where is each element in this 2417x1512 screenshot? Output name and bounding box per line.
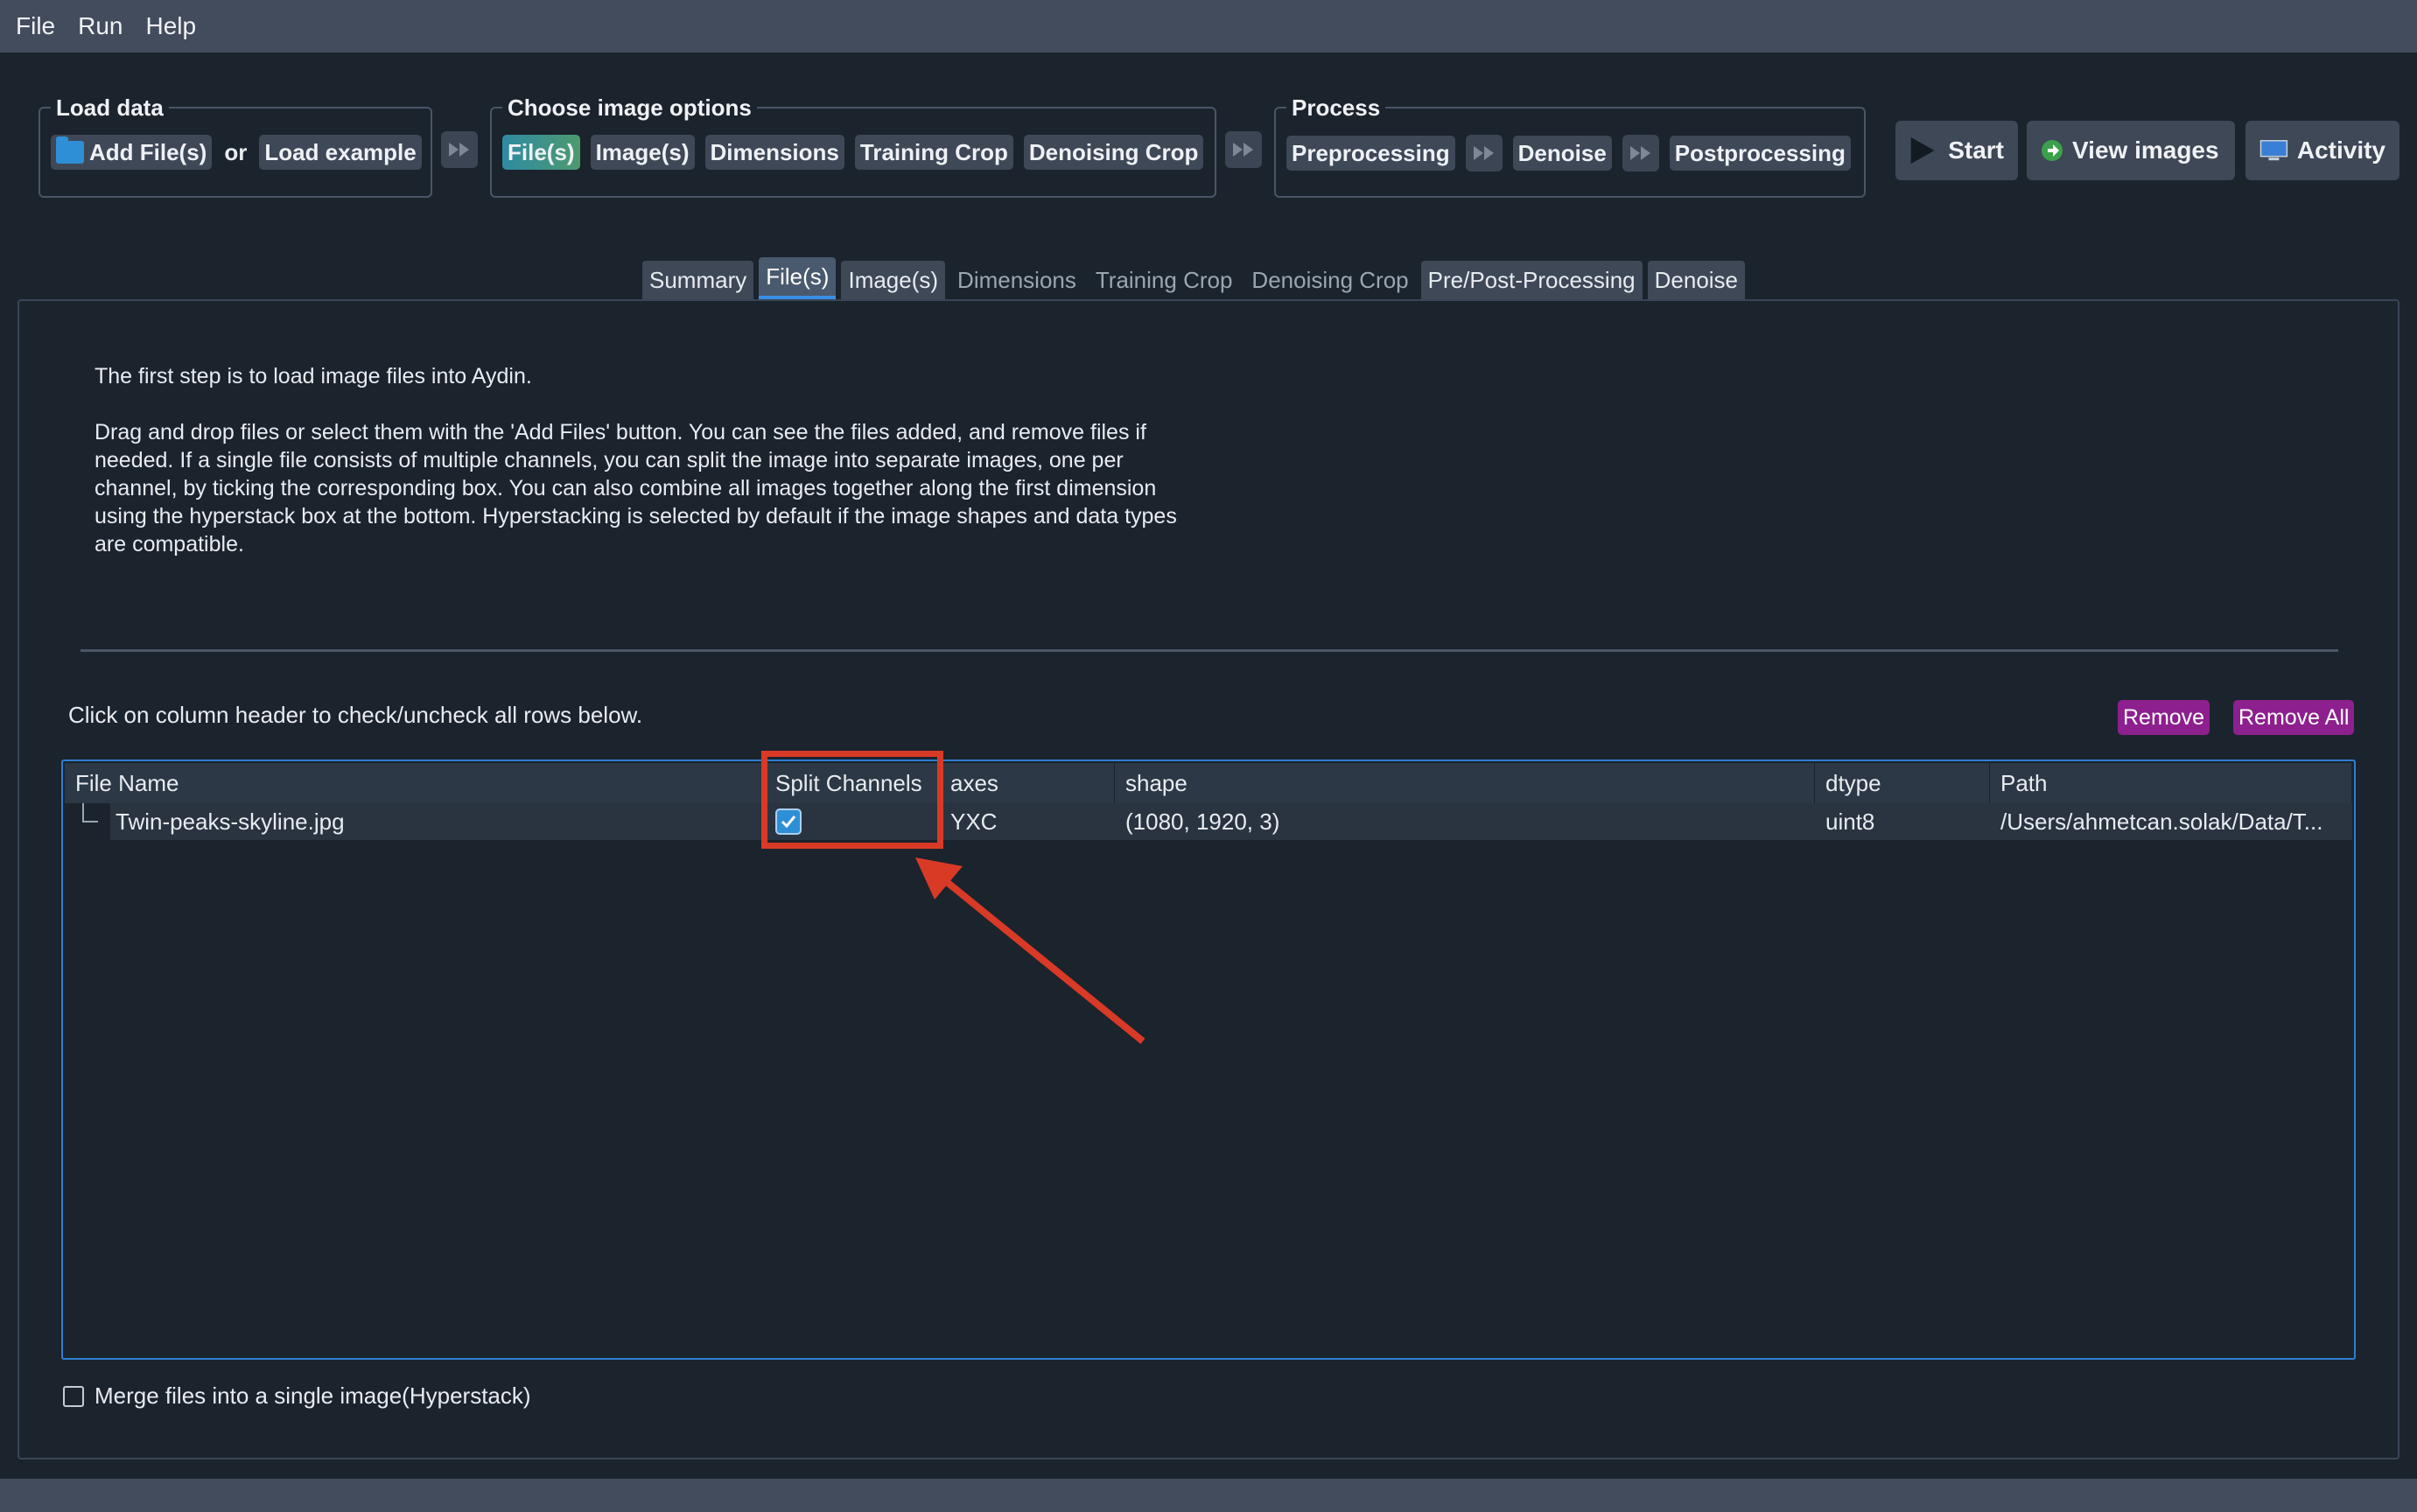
activity-button[interactable]: Activity — [2245, 121, 2399, 180]
fast-forward-icon — [1622, 135, 1659, 172]
process-group: Process Preprocessing Denoise Postproces… — [1274, 94, 1866, 198]
files-option-button[interactable]: File(s) — [502, 135, 580, 170]
menu-help[interactable]: Help — [146, 12, 197, 40]
description-body: Drag and drop files or select them with … — [95, 420, 1177, 556]
menu-file[interactable]: File — [16, 12, 55, 40]
images-option-button[interactable]: Image(s) — [590, 135, 695, 170]
start-button[interactable]: Start — [1895, 121, 2018, 180]
folder-icon — [56, 136, 84, 164]
annotation-arrow-icon — [915, 858, 1145, 1045]
add-files-button[interactable]: Add File(s) — [51, 135, 213, 170]
tab-bar: Summary File(s) Image(s) Dimensions Trai… — [642, 257, 1750, 299]
image-options-title: Choose image options — [502, 94, 757, 122]
tab-summary[interactable]: Summary — [642, 261, 754, 299]
load-data-title: Load data — [51, 94, 169, 122]
divider — [81, 649, 2338, 652]
table-row[interactable]: Twin-peaks-skyline.jpg YXC (1080, 1920, … — [65, 803, 2352, 840]
file-name-text: Twin-peaks-skyline.jpg — [110, 803, 765, 840]
files-table: File Name Split Channels axes shape dtyp… — [61, 760, 2356, 1360]
cell-dtype: uint8 — [1815, 803, 1990, 840]
column-header-hint: Click on column header to check/uncheck … — [68, 702, 643, 728]
files-panel: The first step is to load image files in… — [18, 299, 2399, 1460]
menu-run[interactable]: Run — [78, 12, 123, 40]
cell-path: /Users/ahmetcan.solak/Data/T... — [1990, 803, 2352, 840]
header-axes[interactable]: axes — [940, 763, 1115, 803]
header-dtype[interactable]: dtype — [1815, 763, 1990, 803]
tab-training-crop[interactable]: Training Crop — [1089, 261, 1240, 299]
image-options-group: Choose image options File(s) Image(s) Di… — [490, 94, 1216, 198]
table-header: File Name Split Channels axes shape dtyp… — [65, 763, 2352, 803]
fast-forward-icon — [441, 131, 478, 168]
merge-checkbox[interactable] — [63, 1385, 84, 1407]
view-images-button[interactable]: View images — [2027, 121, 2235, 180]
view-images-label: View images — [2072, 136, 2219, 164]
play-icon — [1910, 136, 1935, 164]
load-data-group: Load data Add File(s) or Load example — [39, 94, 432, 198]
fast-forward-icon — [1225, 131, 1262, 168]
description-intro: The first step is to load image files in… — [95, 364, 532, 388]
start-label: Start — [1948, 136, 2004, 164]
add-files-label: Add File(s) — [89, 138, 207, 165]
tab-denoise[interactable]: Denoise — [1647, 261, 1746, 299]
tab-files[interactable]: File(s) — [759, 257, 837, 299]
dimensions-option-button[interactable]: Dimensions — [704, 135, 844, 170]
tab-pre-post-processing[interactable]: Pre/Post-Processing — [1420, 261, 1643, 299]
merge-hyperstack-option[interactable]: Merge files into a single image(Hypersta… — [63, 1382, 531, 1410]
fast-forward-icon — [1465, 135, 1503, 172]
merge-label: Merge files into a single image(Hypersta… — [95, 1382, 531, 1409]
load-example-button[interactable]: Load example — [259, 135, 422, 170]
remove-all-button[interactable]: Remove All — [2233, 700, 2355, 735]
tab-dimensions[interactable]: Dimensions — [950, 261, 1083, 299]
description: The first step is to load image files in… — [95, 362, 1197, 586]
tree-branch — [82, 803, 98, 822]
postprocessing-button[interactable]: Postprocessing — [1669, 136, 1851, 171]
cell-file-name: Twin-peaks-skyline.jpg — [65, 803, 765, 840]
training-crop-option-button[interactable]: Training Crop — [854, 135, 1013, 170]
preprocessing-button[interactable]: Preprocessing — [1286, 136, 1455, 171]
menu-bar: File Run Help — [0, 0, 2417, 52]
denoise-button[interactable]: Denoise — [1512, 136, 1612, 171]
denoising-crop-option-button[interactable]: Denoising Crop — [1023, 135, 1204, 170]
or-label: or — [224, 138, 248, 165]
remove-button[interactable]: Remove — [2118, 700, 2210, 735]
activity-label: Activity — [2296, 136, 2385, 164]
tab-denoising-crop[interactable]: Denoising Crop — [1244, 261, 1415, 299]
arrow-right-icon — [2042, 140, 2063, 161]
tab-images[interactable]: Image(s) — [841, 261, 946, 299]
header-shape[interactable]: shape — [1115, 763, 1815, 803]
status-bar — [0, 1479, 2417, 1512]
monitor-icon — [2259, 140, 2288, 161]
cell-shape: (1080, 1920, 3) — [1115, 803, 1815, 840]
highlight-annotation — [761, 751, 943, 849]
header-path[interactable]: Path — [1990, 763, 2352, 803]
cell-axes: YXC — [940, 803, 1115, 840]
header-file-name[interactable]: File Name — [65, 763, 765, 803]
process-title: Process — [1286, 94, 1386, 122]
